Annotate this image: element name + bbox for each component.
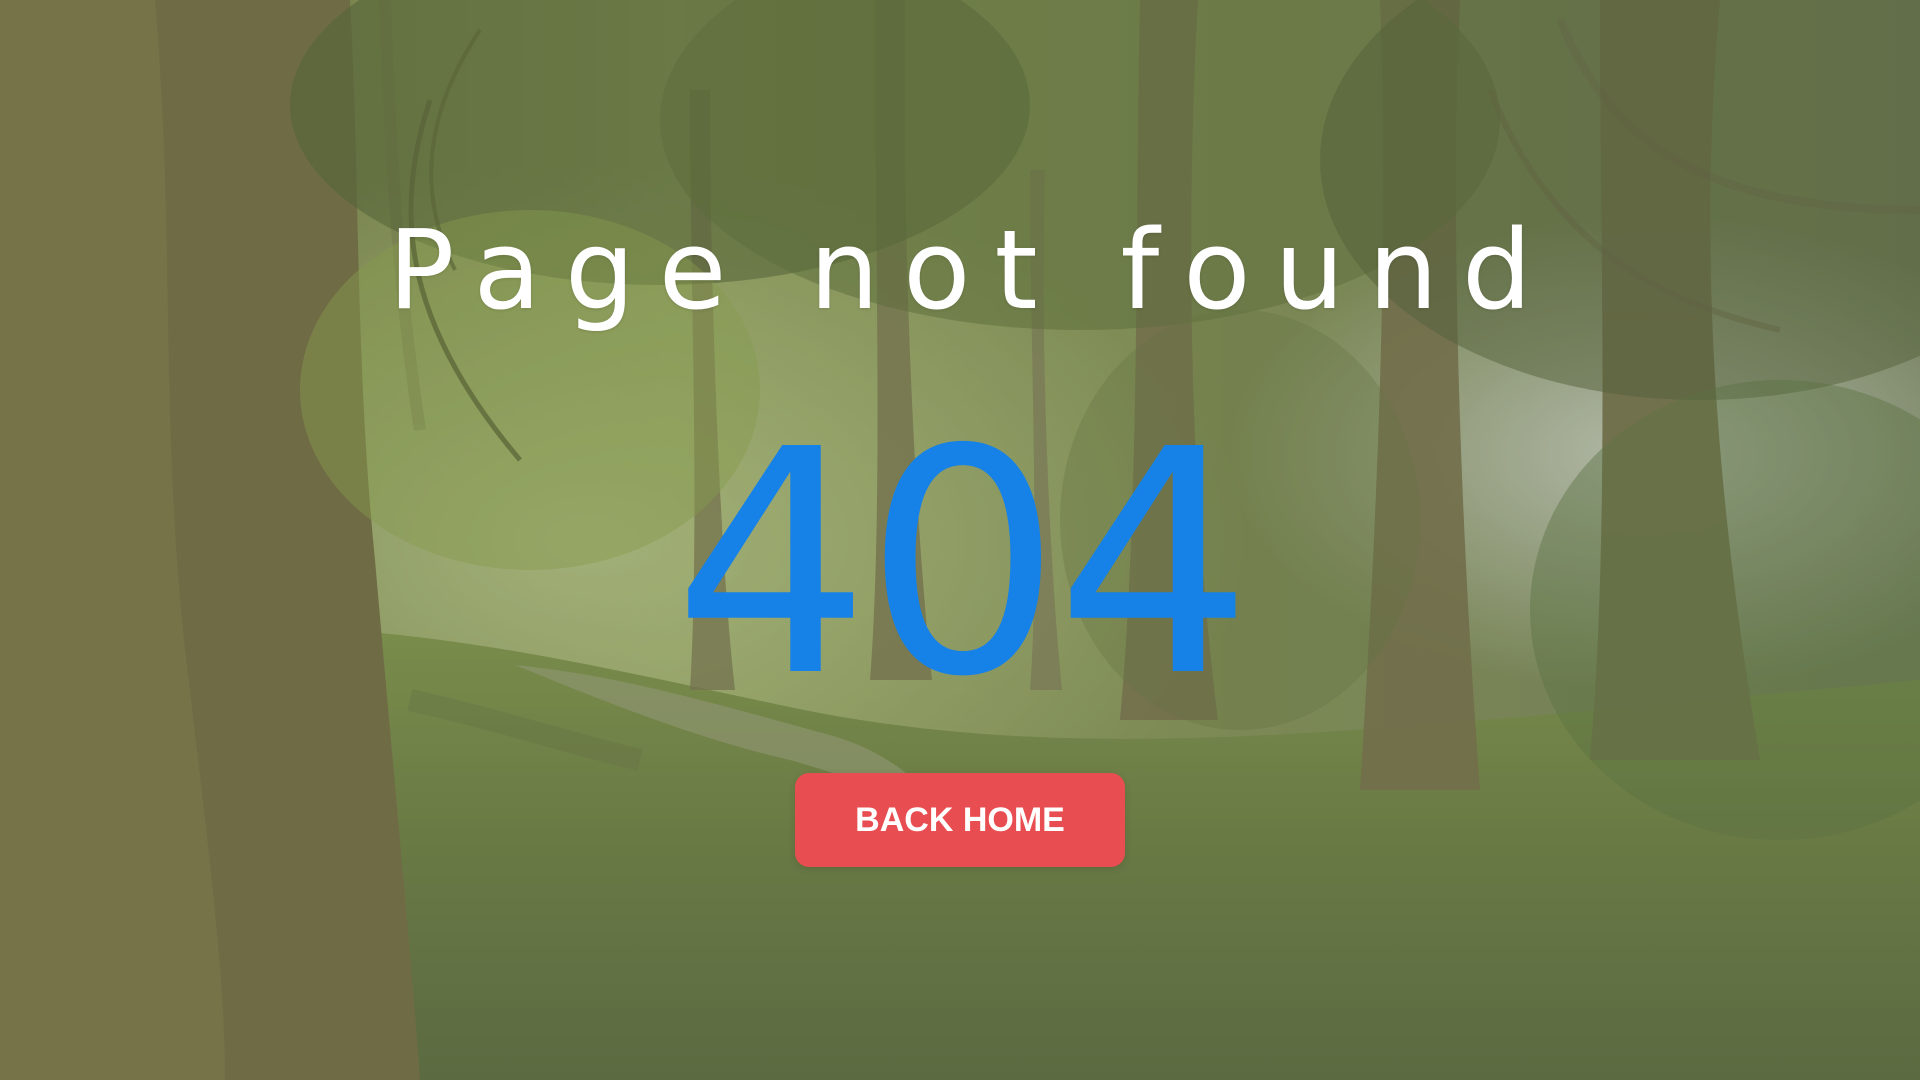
back-home-button[interactable]: BACK HOME: [795, 773, 1125, 867]
page-title: Page not found: [388, 206, 1556, 334]
not-found-page: Page not found 404 BACK HOME: [0, 0, 1920, 1080]
not-found-content: Page not found 404 BACK HOME: [0, 0, 1920, 1080]
error-code: 404: [673, 384, 1253, 745]
